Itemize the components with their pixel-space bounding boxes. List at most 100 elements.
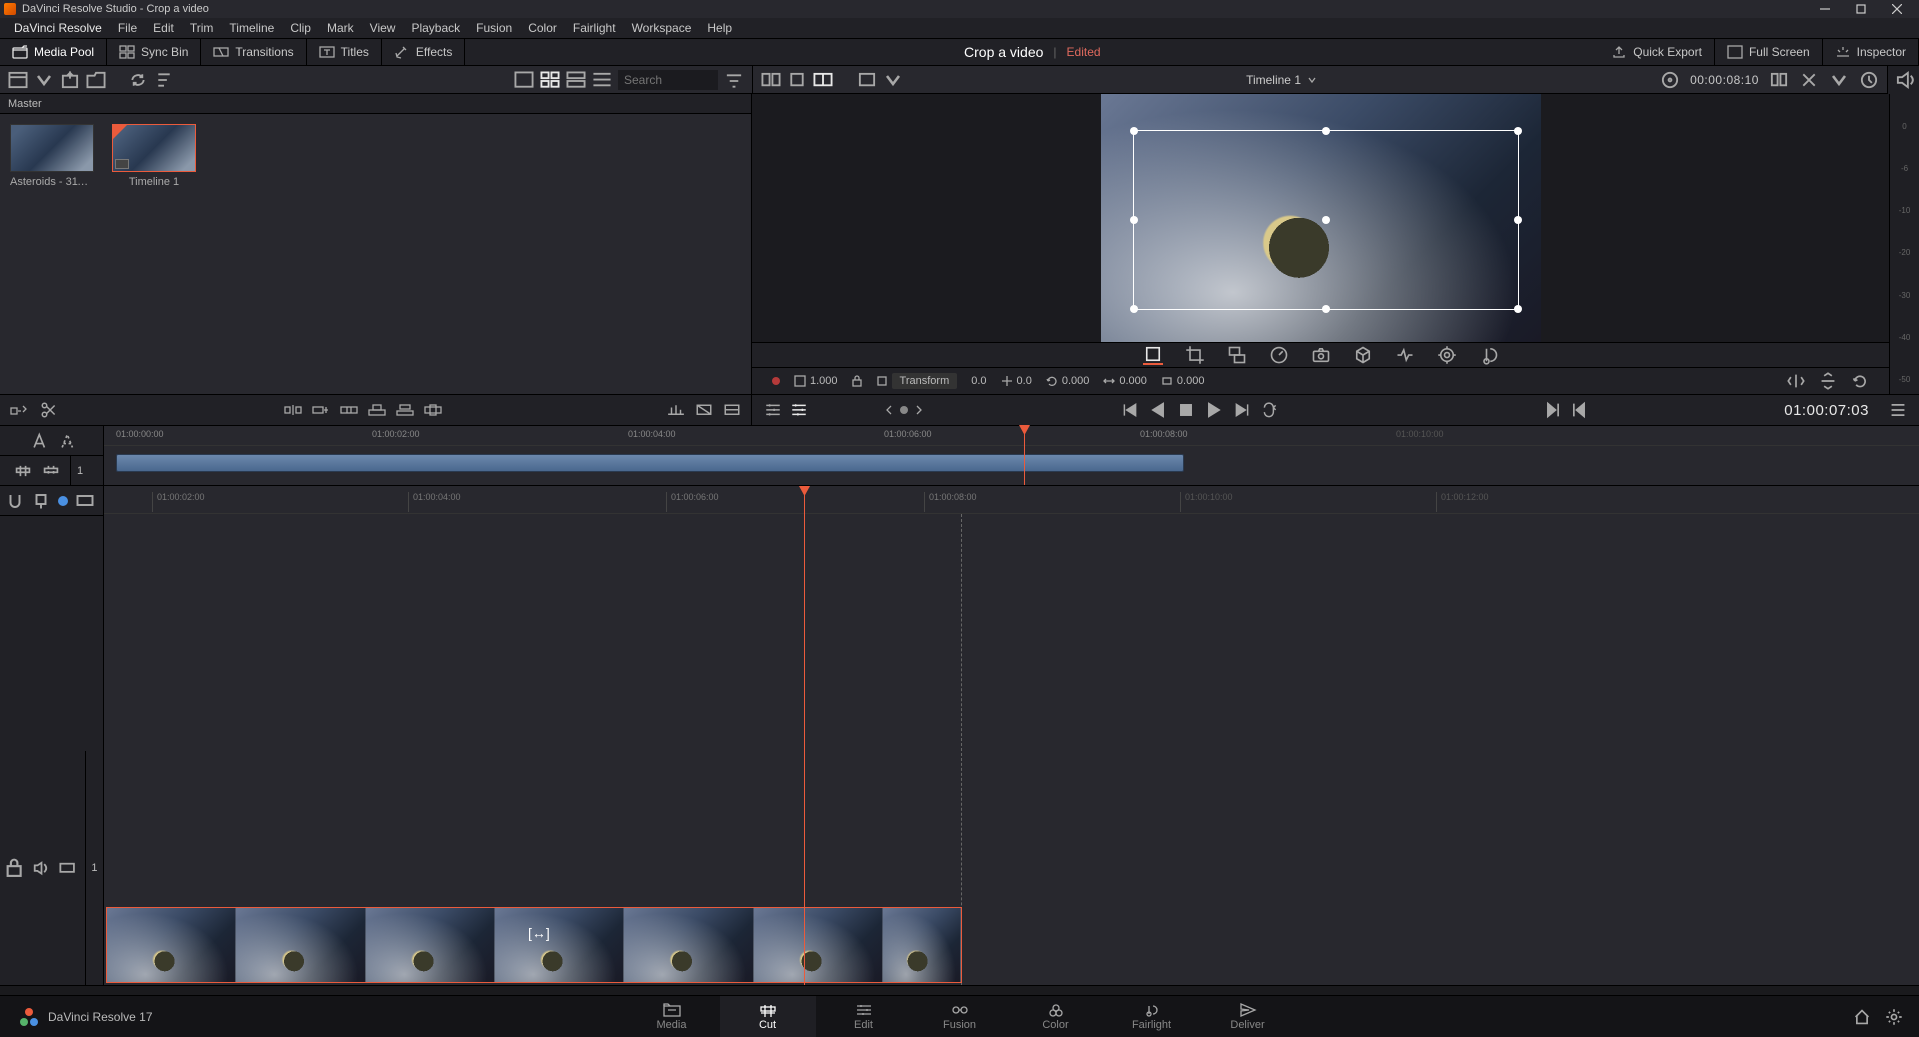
flip-v-button[interactable] (1819, 372, 1837, 390)
cut-button[interactable] (695, 401, 713, 419)
next-edit-button[interactable] (1544, 401, 1562, 419)
video-track-1[interactable] (104, 905, 1919, 985)
timeline-timecode[interactable]: 01:00:07:03 (1784, 402, 1869, 419)
track-number[interactable]: 1 (70, 456, 90, 485)
project-settings-button[interactable] (1885, 1008, 1903, 1026)
transform-mode-label[interactable]: Transform (892, 373, 958, 389)
import-folder-button[interactable] (86, 70, 106, 90)
sync-bin-button[interactable]: Sync Bin (107, 38, 201, 66)
view-list-button[interactable] (592, 70, 612, 90)
transform-tool[interactable] (1143, 345, 1163, 365)
append-button[interactable] (312, 401, 330, 419)
menu-file[interactable]: File (110, 18, 145, 38)
page-media[interactable]: Media (624, 996, 720, 1037)
handle-bottom-right[interactable] (1514, 305, 1522, 313)
view-clip-button[interactable] (514, 70, 534, 90)
anchor-y-value[interactable]: 0.000 (1177, 375, 1205, 387)
timeline-clip[interactable] (106, 907, 962, 983)
safe-area-button[interactable] (1660, 70, 1680, 90)
inspector-button[interactable]: Inspector (1823, 38, 1919, 66)
menu-mark[interactable]: Mark (319, 18, 362, 38)
menu-edit[interactable]: Edit (145, 18, 182, 38)
menu-fairlight[interactable]: Fairlight (565, 18, 624, 38)
upper-timeline-tracks[interactable]: 01:00:00:00 01:00:02:00 01:00:04:00 01:0… (104, 426, 1919, 485)
viewer-canvas[interactable] (752, 94, 1889, 342)
home-button[interactable] (1853, 1008, 1871, 1026)
menu-view[interactable]: View (362, 18, 404, 38)
menu-fusion[interactable]: Fusion (468, 18, 520, 38)
transitions-button[interactable]: Transitions (201, 38, 306, 66)
track-audio-button[interactable] (32, 859, 48, 877)
stop-button[interactable] (1177, 401, 1195, 419)
keyframe-record-icon[interactable] (772, 377, 780, 385)
main-timeline-tracks[interactable]: 01:00:02:00 01:00:04:00 01:00:06:00 01:0… (104, 486, 1919, 985)
smooth-cut-button[interactable] (723, 401, 741, 419)
go-end-button[interactable] (1233, 401, 1251, 419)
menu-trim[interactable]: Trim (182, 18, 222, 38)
sort-button[interactable] (154, 70, 174, 90)
main-ruler[interactable]: 01:00:02:00 01:00:04:00 01:00:06:00 01:0… (104, 486, 1919, 514)
menu-workspace[interactable]: Workspace (624, 18, 700, 38)
zoom-value[interactable]: 1.000 (810, 375, 838, 387)
source-overwrite-button[interactable] (424, 401, 442, 419)
audio-tool[interactable] (1479, 345, 1499, 365)
play-button[interactable] (1205, 401, 1223, 419)
menu-color[interactable]: Color (520, 18, 565, 38)
crop-tool[interactable] (1185, 345, 1205, 365)
nav-prev-icon[interactable] (884, 404, 894, 416)
page-cut[interactable]: Cut (720, 996, 816, 1037)
viewer-source-button[interactable] (761, 70, 781, 90)
viewer-overlay-button[interactable] (857, 70, 877, 90)
page-deliver[interactable]: Deliver (1200, 996, 1296, 1037)
bin-view-button[interactable] (8, 70, 28, 90)
boring-detector-button[interactable] (10, 401, 28, 419)
viewer-mode-button[interactable] (1769, 70, 1789, 90)
camera-tool[interactable] (1311, 345, 1331, 365)
quick-export-button[interactable]: Quick Export (1599, 38, 1715, 66)
track-lock-button[interactable] (42, 462, 60, 480)
menu-clip[interactable]: Clip (282, 18, 319, 38)
mute-button[interactable] (1895, 70, 1915, 90)
menu-help[interactable]: Help (699, 18, 740, 38)
sync-button[interactable] (128, 70, 148, 90)
upper-playhead[interactable] (1024, 426, 1025, 485)
close-up-button[interactable] (368, 401, 386, 419)
menu-timeline[interactable]: Timeline (221, 18, 282, 38)
video-track-number[interactable]: 1 (85, 751, 103, 986)
smart-insert-button[interactable] (284, 401, 302, 419)
window-close-button[interactable] (1879, 0, 1915, 18)
viewer-single-button[interactable] (787, 70, 807, 90)
stabilize-tool[interactable] (1395, 345, 1415, 365)
bypass-button[interactable] (1859, 70, 1879, 90)
effects-button[interactable]: Effects (382, 38, 465, 66)
viewer-tools-button[interactable] (1799, 70, 1819, 90)
handle-bottom-left[interactable] (1130, 305, 1138, 313)
viewer-overlay-chevron[interactable] (883, 70, 903, 90)
timeline-view-a-button[interactable] (29, 432, 47, 450)
position-y-value[interactable]: 0.0 (1017, 375, 1032, 387)
menu-davinci-resolve[interactable]: DaVinci Resolve (6, 18, 110, 38)
tools-button[interactable] (764, 401, 782, 419)
media-clip[interactable]: Timeline 1 (112, 124, 196, 188)
titles-button[interactable]: Titles (307, 38, 382, 66)
page-fairlight[interactable]: Fairlight (1104, 996, 1200, 1037)
viewer-dual-button[interactable] (813, 70, 833, 90)
tools-active-button[interactable] (790, 401, 808, 419)
upper-ruler[interactable]: 01:00:00:00 01:00:02:00 01:00:04:00 01:0… (104, 426, 1919, 446)
media-clip[interactable]: Asteroids - 31105... (10, 124, 94, 188)
handle-top-left[interactable] (1130, 127, 1138, 135)
handle-mid-left[interactable] (1130, 216, 1138, 224)
handle-mid-right[interactable] (1514, 216, 1522, 224)
page-edit[interactable]: Edit (816, 996, 912, 1037)
track-lock-button[interactable] (6, 859, 22, 877)
bin-breadcrumb[interactable]: Master (0, 94, 751, 114)
handle-bottom-center[interactable] (1322, 305, 1330, 313)
position-x-value[interactable]: 0.0 (971, 375, 986, 387)
audio-sync-indicator[interactable] (58, 496, 68, 506)
search-options-button[interactable] (724, 70, 744, 90)
loop-button[interactable] (1261, 401, 1279, 419)
handle-anchor[interactable] (1322, 216, 1330, 224)
marker-button[interactable] (32, 492, 50, 510)
media-pool-button[interactable]: Media Pool (0, 38, 107, 66)
prev-edit-button[interactable] (1570, 401, 1588, 419)
